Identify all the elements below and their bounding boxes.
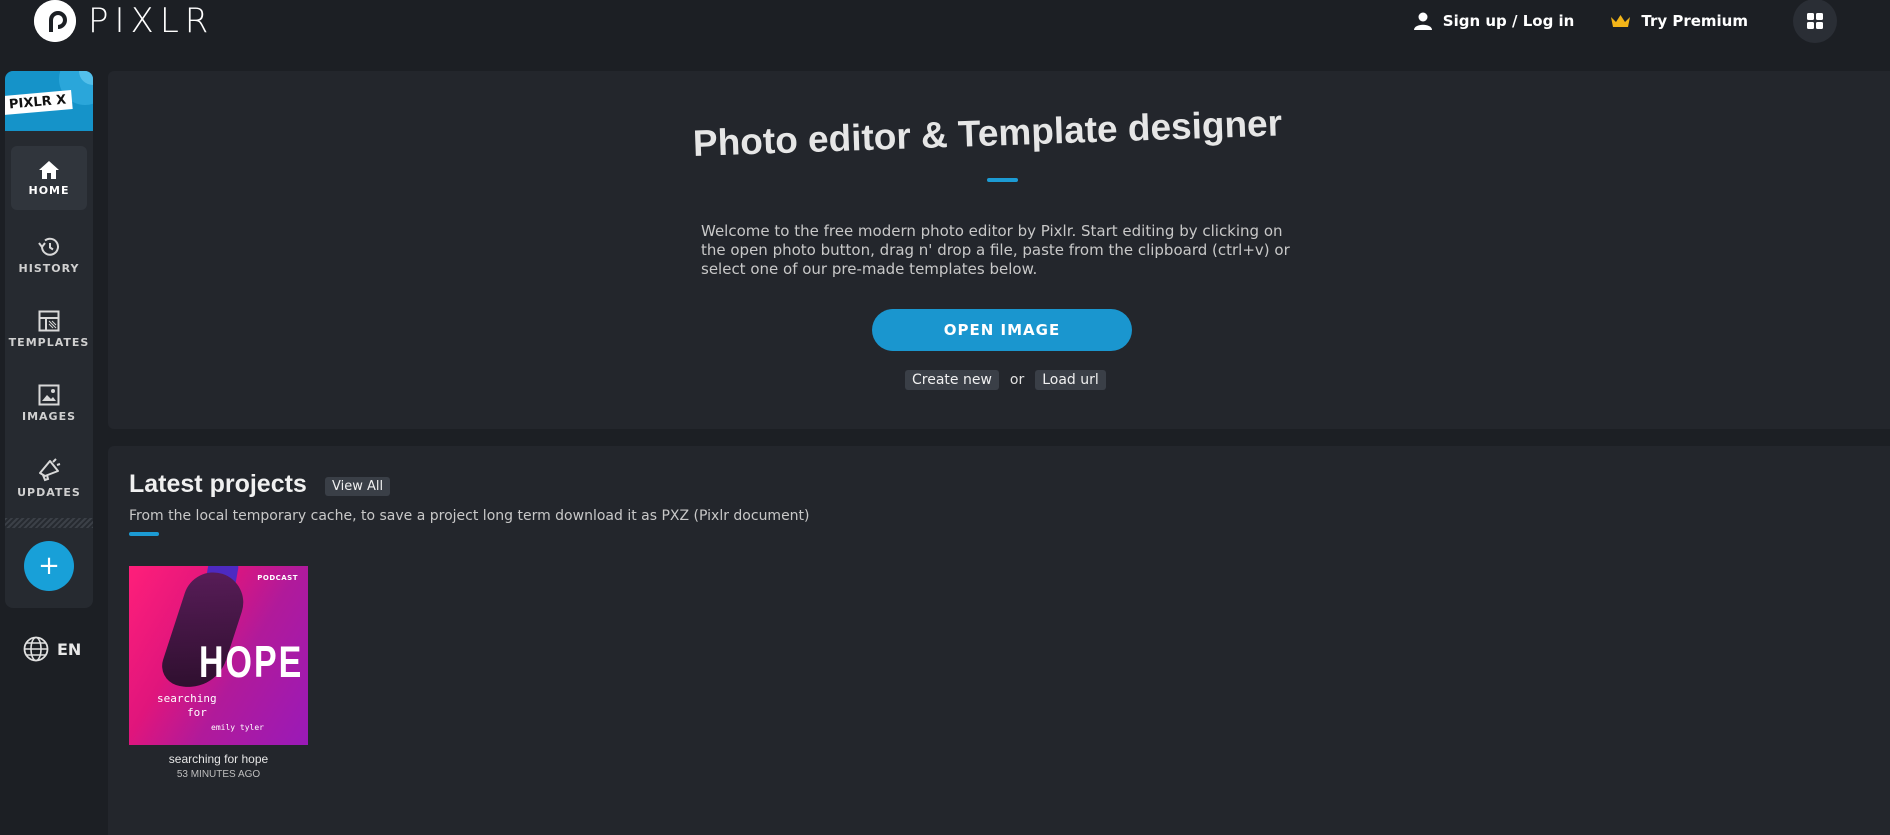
home-icon xyxy=(39,160,59,179)
page-title: Photo editor & Template designer xyxy=(692,102,1283,164)
section-title: Latest projects xyxy=(129,470,307,498)
thumbnail-title-text: HOPE xyxy=(199,638,304,688)
section-subtitle: From the local temporary cache, to save … xyxy=(129,508,810,524)
load-url-link[interactable]: Load url xyxy=(1035,370,1106,390)
apps-grid-button[interactable] xyxy=(1793,0,1837,43)
sidebar: PIXLR X HOME HISTORY TEMPLATES IMAGES UP… xyxy=(5,71,93,608)
sidebar-item-label: IMAGES xyxy=(21,409,77,423)
sidebar-item-label: TEMPLATES xyxy=(8,335,90,349)
premium-label: Try Premium xyxy=(1641,12,1748,30)
sidebar-item-updates[interactable]: UPDATES xyxy=(5,443,93,513)
hero-panel: Photo editor & Template designer Welcome… xyxy=(108,71,1890,429)
or-separator: or xyxy=(1009,372,1025,388)
hero-description: Welcome to the free modern photo editor … xyxy=(701,222,1290,278)
signup-label: Sign up / Log in xyxy=(1442,12,1575,30)
globe-icon xyxy=(23,636,49,662)
sidebar-item-label: HISTORY xyxy=(18,261,80,275)
crown-icon xyxy=(1611,15,1631,27)
sidebar-item-images[interactable]: IMAGES xyxy=(5,369,93,437)
user-icon xyxy=(1413,12,1432,30)
logo-text: PIXLR xyxy=(88,1,215,41)
title-accent-line xyxy=(987,178,1018,182)
sidebar-item-history[interactable]: HISTORY xyxy=(5,221,93,289)
thumbnail-line-2: for xyxy=(187,706,207,719)
sidebar-divider xyxy=(5,518,93,528)
sidebar-item-label: UPDATES xyxy=(17,485,81,499)
top-actions: Sign up / Log in Try Premium xyxy=(1413,0,1890,43)
view-all-button[interactable]: View All xyxy=(325,477,391,496)
language-selector[interactable]: EN xyxy=(23,636,81,662)
section-accent-line xyxy=(129,532,159,536)
thumbnail-subtitle: searching for xyxy=(157,692,217,720)
signup-login-button[interactable]: Sign up / Log in xyxy=(1413,11,1575,31)
project-thumbnail[interactable]: PODCAST HOPE searching for emily tyler xyxy=(129,566,308,745)
thumbnail-podcast-text: PODCAST xyxy=(257,574,298,582)
images-icon xyxy=(38,384,60,405)
sidebar-item-label: HOME xyxy=(28,183,70,197)
thumbnail-author: emily tyler xyxy=(211,723,264,732)
pixlr-x-badge[interactable]: PIXLR X xyxy=(5,71,93,131)
secondary-actions: Create new or Load url xyxy=(905,370,1106,390)
megaphone-icon xyxy=(39,457,61,481)
language-label: EN xyxy=(57,639,82,659)
sidebar-item-templates[interactable]: TEMPLATES xyxy=(5,295,93,363)
pixlr-logo[interactable]: PIXLR xyxy=(34,0,214,42)
project-card[interactable]: PODCAST HOPE searching for emily tyler s… xyxy=(129,566,308,780)
pixlr-logo-icon xyxy=(34,0,76,42)
project-name: searching for hope xyxy=(168,752,269,766)
history-icon xyxy=(38,237,59,256)
thumbnail-line-1: searching xyxy=(157,692,217,705)
open-image-button[interactable]: OPEN IMAGE xyxy=(872,309,1132,351)
grid-icon xyxy=(1807,13,1823,29)
templates-icon xyxy=(38,310,60,331)
create-new-link[interactable]: Create new xyxy=(905,370,999,390)
create-new-button[interactable]: + xyxy=(24,541,74,591)
project-timestamp: 53 MINUTES AGO xyxy=(176,769,261,780)
try-premium-button[interactable]: Try Premium xyxy=(1610,12,1748,30)
sidebar-item-home[interactable]: HOME xyxy=(11,146,87,210)
latest-projects-panel: Latest projects View All From the local … xyxy=(108,446,1890,835)
top-bar: PIXLR Sign up / Log in Try Premium xyxy=(0,0,1890,60)
